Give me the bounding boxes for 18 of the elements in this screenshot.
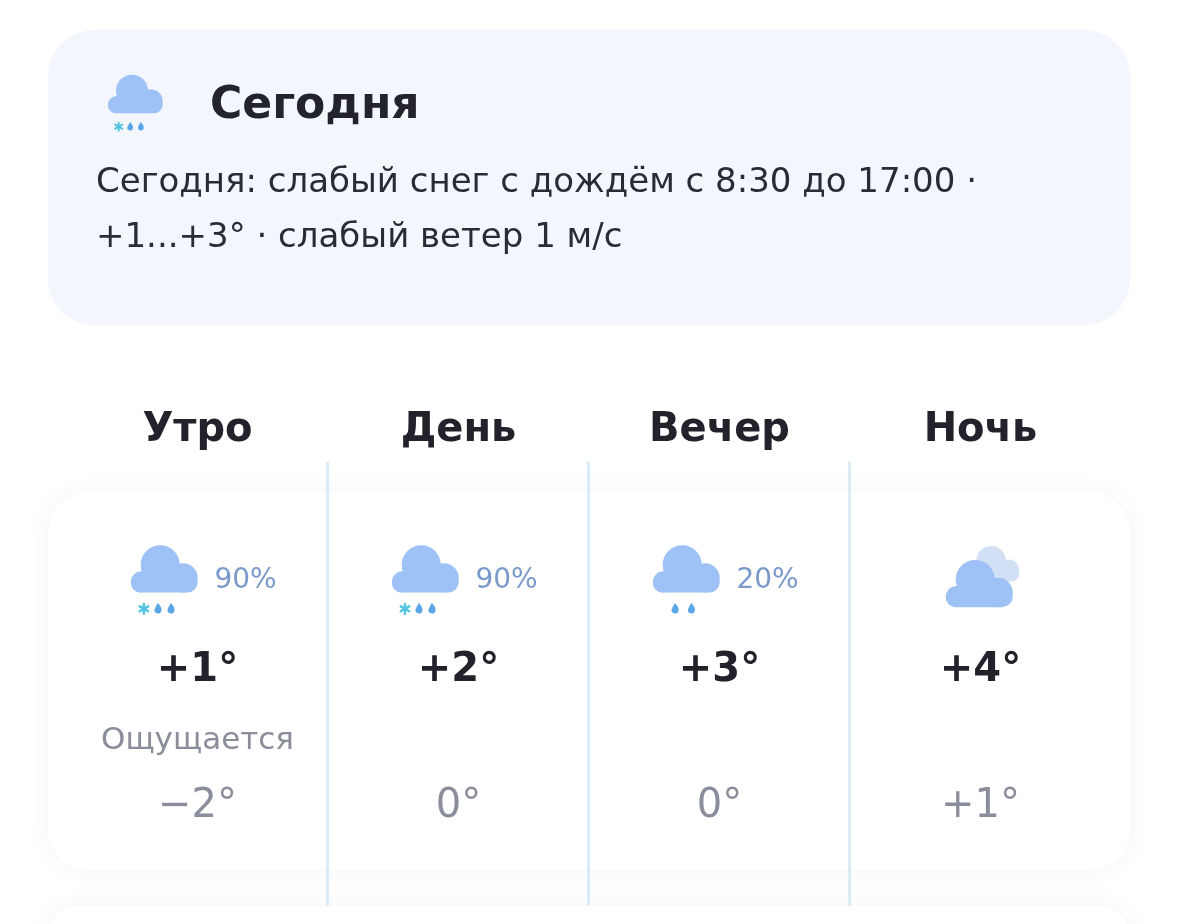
temperature: +2° (417, 644, 500, 690)
weather-summary: Сегодня: слабый снег с дождём с 8:30 до 17:00 · +1...+3° · слабый ветер 1 м/с (96, 159, 978, 258)
temperature: +1° (156, 644, 239, 690)
feels-like-label: Ощущается (101, 720, 294, 756)
precipitation-chance: 90% (475, 562, 538, 595)
period-title: Утро (142, 404, 253, 452)
temperature: +3° (678, 644, 761, 690)
feels-like-temperature: 0° (435, 780, 482, 826)
card-title: Сегодня (210, 77, 420, 129)
feels-like-temperature: 0° (696, 780, 743, 826)
precipitation-chance: 90% (214, 562, 277, 595)
feels-like-temperature: −2° (158, 780, 237, 826)
period-title: Ночь (923, 404, 1038, 452)
precipitation-chance: 20% (736, 562, 799, 595)
feels-like-temperature: +1° (941, 780, 1020, 826)
temperature: +4° (939, 644, 1022, 690)
period-title: День (400, 404, 517, 452)
period-title: Вечер (649, 404, 790, 452)
